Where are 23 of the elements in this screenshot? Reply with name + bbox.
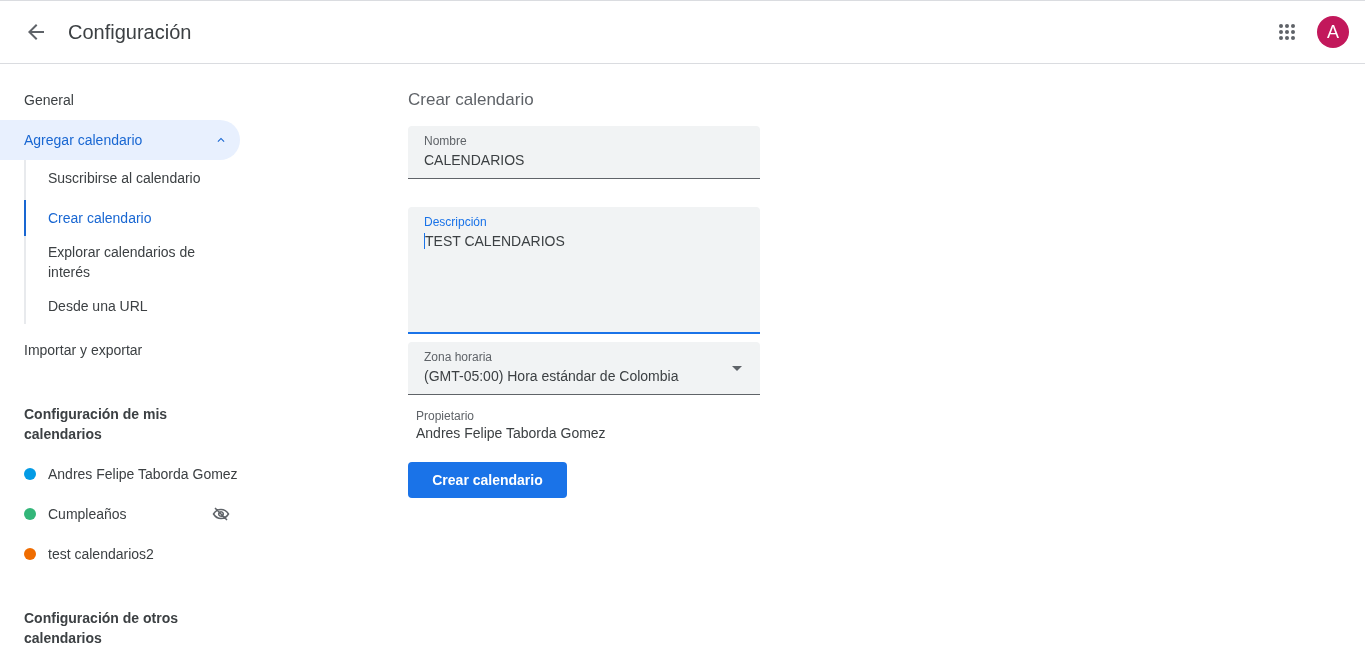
section-heading: Configuración de otros calendarios	[23, 609, 179, 648]
sidebar-item[interactable]: General	[0, 80, 240, 120]
sidebar-subitem[interactable]: Desde una URL	[24, 288, 242, 324]
sidebar-item[interactable]: Importar y exportar	[0, 330, 240, 370]
eye-off-icon[interactable]	[212, 505, 230, 523]
dropdown-caret-icon[interactable]	[732, 366, 742, 371]
owner-name: Andres Felipe Taborda Gomez	[416, 425, 607, 441]
sidebar-subitem[interactable]: Explorar calendarios de interés	[24, 240, 242, 284]
calendar-name[interactable]: test calendarios2	[48, 546, 240, 562]
sidebar-item[interactable]: Agregar calendario	[0, 120, 240, 160]
account-avatar[interactable]: A	[1317, 16, 1349, 48]
page-title: Configuración	[68, 20, 193, 44]
calendar-name[interactable]: Andres Felipe Taborda Gomez	[48, 466, 240, 482]
description-field[interactable]: Descripción TEST CALENDARIOS	[408, 207, 760, 334]
sidebar-subitem[interactable]: Crear calendario	[24, 200, 242, 236]
owner-label: Propietario	[416, 409, 476, 423]
name-field[interactable]: Nombre CALENDARIOS	[408, 126, 760, 179]
sidebar-subitem[interactable]: Suscribirse al calendario	[24, 160, 242, 196]
timezone-dropdown[interactable]: Zona horaria (GMT-05:00) Hora estándar de Colombia	[408, 342, 760, 395]
create-calendar-button[interactable]: Crear calendario	[408, 462, 567, 498]
section-heading: Configuración de mis calendarios	[23, 405, 169, 444]
calendar-name[interactable]: Cumpleaños	[48, 506, 212, 522]
form-title: Crear calendario	[408, 90, 535, 110]
